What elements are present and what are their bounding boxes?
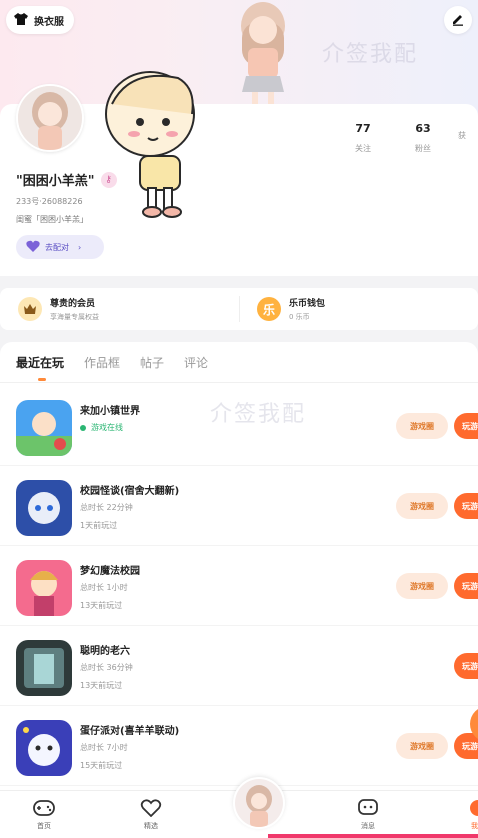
nav-me-label: 我的: [471, 822, 478, 830]
game-name: 来加小镇世界: [80, 406, 140, 417]
coin-balance: 0 乐币: [289, 313, 310, 321]
change-outfit-button[interactable]: 换衣服: [6, 6, 74, 34]
play-game-button[interactable]: 玩游戏: [454, 413, 478, 439]
game-circle-button[interactable]: 游戏圈: [396, 733, 448, 759]
chevron-right-icon: ›: [78, 242, 82, 252]
followers-stat[interactable]: 63 粉丝: [398, 122, 448, 154]
play-duration: 总时长 1小时: [80, 583, 128, 592]
likes-label: 获: [458, 131, 466, 140]
game-name: 梦幻魔法校园: [80, 566, 140, 577]
tab-posts[interactable]: 帖子: [140, 354, 164, 381]
nav-home-label: 首页: [37, 822, 51, 830]
game-name: 校园怪谈(宿舍大翻新): [80, 486, 180, 497]
online-status-text: 游戏在线: [91, 423, 123, 432]
nav-messages[interactable]: 消息: [338, 791, 398, 831]
play-duration: 总时长 22分钟: [80, 503, 133, 512]
heart-chat-icon: [140, 799, 162, 817]
edit-profile-button[interactable]: [444, 6, 472, 34]
play-game-button[interactable]: 玩游戏: [454, 733, 478, 759]
me-icon: [470, 800, 478, 816]
nav-featured-label: 精选: [144, 822, 158, 830]
play-duration: 总时长 7小时: [80, 743, 128, 752]
coin-wallet-title: 乐币钱包: [289, 299, 326, 309]
vip-title: 尊贵的会员: [50, 299, 96, 309]
tab-works[interactable]: 作品框: [84, 354, 120, 381]
avatar-figure-icon: [18, 86, 82, 150]
key-badge-icon[interactable]: ⚷: [100, 171, 117, 188]
game-name: 聪明的老六: [80, 646, 130, 657]
nickname-text: "困困小羊羔": [16, 174, 95, 189]
bottom-navigation: 首页 精选 消息 我的: [0, 777, 478, 838]
go-match-label: 去配对: [45, 242, 69, 252]
nickname: "困困小羊羔" ⚷: [16, 170, 117, 189]
avatar[interactable]: [16, 84, 84, 152]
online-dot-icon: [80, 424, 86, 431]
game-icon: [16, 400, 72, 456]
game-row[interactable]: 来加小镇世界 游戏在线 游戏圈 玩游戏: [0, 386, 478, 466]
game-row[interactable]: 梦幻魔法校园 总时长 1小时 13天前玩过 游戏圈 玩游戏: [0, 546, 478, 626]
last-played: 1天前玩过: [80, 521, 118, 530]
play-game-button[interactable]: 玩游戏: [454, 493, 478, 519]
game-icon: [16, 480, 72, 536]
nav-me[interactable]: 我的: [448, 791, 478, 831]
last-played: 13天前玩过: [80, 681, 123, 690]
vip-membership-entry[interactable]: 尊贵的会员 享海量专属权益: [0, 288, 239, 330]
pencil-icon: [451, 11, 465, 30]
followers-label: 粉丝: [415, 144, 431, 153]
game-circle-button[interactable]: 游戏圈: [396, 493, 448, 519]
game-row[interactable]: 聪明的老六 总时长 36分钟 13天前玩过 玩游戏: [0, 626, 478, 706]
message-icon: [358, 799, 378, 815]
coin-wallet-entry[interactable]: 乐 乐币钱包 0 乐币: [239, 288, 478, 330]
play-game-button[interactable]: 玩游戏: [454, 653, 478, 679]
avatar-icon: [235, 779, 283, 827]
tabs-divider: [0, 382, 478, 383]
nav-featured[interactable]: 精选: [121, 791, 181, 831]
sticker-figure: [105, 71, 195, 218]
shirt-icon: [14, 12, 28, 28]
coin-icon: 乐: [257, 297, 281, 321]
bestie-relation: 闺蜜「困困小羊羔」: [16, 215, 88, 224]
change-outfit-label: 换衣服: [34, 16, 64, 28]
online-status: 游戏在线: [80, 422, 123, 433]
watermark: 介签我配: [322, 42, 419, 67]
game-row[interactable]: 校园怪谈(宿舍大翻新) 总时长 22分钟 1天前玩过 游戏圈 玩游戏: [0, 466, 478, 546]
game-icon: [16, 640, 72, 696]
game-circle-button[interactable]: 游戏圈: [396, 573, 448, 599]
nav-messages-label: 消息: [361, 822, 375, 830]
game-circle-button[interactable]: 游戏圈: [396, 413, 448, 439]
game-icon: [16, 560, 72, 616]
user-id: 233号·26088226: [16, 197, 83, 206]
profile-tabs: 最近在玩 作品框 帖子 评论: [16, 354, 208, 381]
heart-icon: [26, 240, 40, 254]
go-match-button[interactable]: 去配对 ›: [16, 235, 104, 259]
nav-avatar[interactable]: [233, 777, 285, 829]
tab-comments[interactable]: 评论: [184, 354, 208, 381]
gamepad-icon: [33, 800, 55, 816]
last-played: 13天前玩过: [80, 601, 123, 610]
last-played: 15天前玩过: [80, 761, 123, 770]
likes-stat[interactable]: 获: [458, 122, 478, 141]
game-icon: [16, 720, 72, 776]
followers-count: 63: [415, 122, 431, 135]
banner-avatar-figure: [241, 2, 285, 104]
vip-subtitle: 享海量专属权益: [50, 313, 99, 321]
game-row[interactable]: 蛋仔派对(喜羊羊联动) 总时长 7小时 15天前玩过 游戏圈 玩游戏: [0, 706, 478, 786]
following-label: 关注: [355, 144, 371, 153]
home-indicator: [268, 834, 478, 838]
following-stat[interactable]: 77 关注: [338, 122, 388, 154]
play-game-button[interactable]: 玩游戏: [454, 573, 478, 599]
game-name: 蛋仔派对(喜羊羊联动): [80, 726, 180, 737]
tab-recently-played[interactable]: 最近在玩: [16, 354, 64, 381]
activity-panel: 最近在玩 作品框 帖子 评论 介签我配 来加小镇世界 游戏在线 游戏圈 玩游戏 …: [0, 342, 478, 792]
play-duration: 总时长 36分钟: [80, 663, 133, 672]
membership-wallet-card: 尊贵的会员 享海量专属权益 乐 乐币钱包 0 乐币: [0, 288, 478, 330]
nav-home[interactable]: 首页: [14, 791, 74, 831]
crown-icon: [18, 297, 42, 321]
following-count: 77: [355, 122, 371, 135]
